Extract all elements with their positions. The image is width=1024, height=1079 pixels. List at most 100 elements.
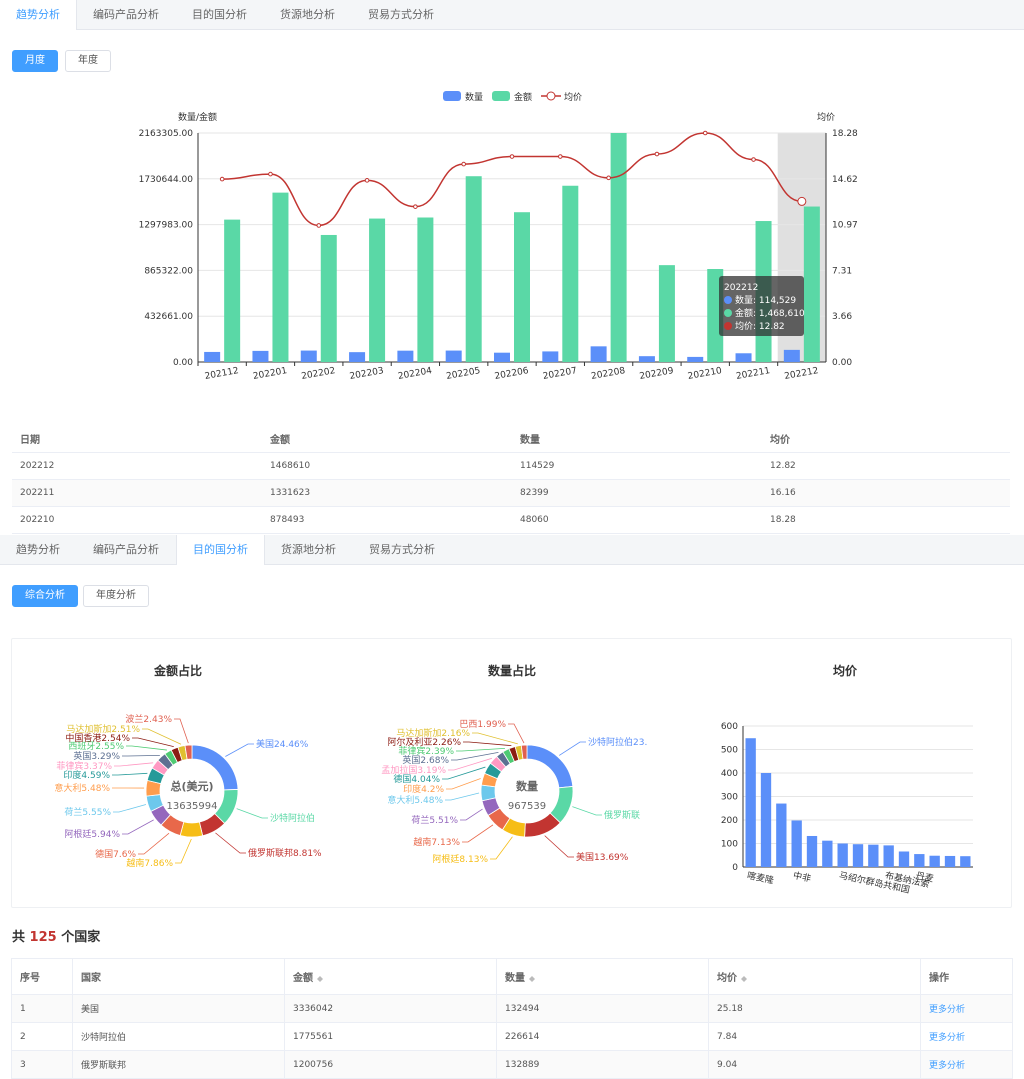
col-country: 国家 [73, 959, 285, 995]
cell-qty: 114529 [512, 452, 762, 479]
pie-leader-line [174, 719, 188, 743]
point-price [269, 172, 273, 176]
bar-amount [369, 219, 385, 362]
bar-avg-price [930, 856, 940, 867]
col-price: 均价 [762, 425, 1010, 452]
monthly-table: 日期 金额 数量 均价 202212 1468610 114529 12.82 … [12, 425, 1010, 534]
cell-qty: 48060 [512, 506, 762, 533]
col-amount[interactable]: 金额 [285, 959, 497, 995]
bar-amount [466, 176, 482, 362]
cell-country: 俄罗斯联邦 [73, 1051, 285, 1079]
legend-swatch-qty [443, 91, 461, 101]
pie-leader-line [545, 836, 574, 857]
year-button[interactable]: 年度 [65, 50, 111, 72]
x-tick-label: 202204 [397, 366, 433, 382]
cell-index: 3 [12, 1051, 73, 1079]
pie-label: 波兰2.43% [125, 713, 172, 725]
bar-qty [687, 357, 703, 362]
x-tick-label: 202112 [204, 366, 240, 382]
pie-slice [481, 785, 496, 801]
sort-icon[interactable] [740, 973, 748, 983]
pie-leader-line [572, 807, 602, 815]
pie-label: 德国7.6% [95, 848, 136, 860]
more-analysis-link[interactable]: 更多分析 [921, 1051, 1013, 1079]
point-price [703, 131, 707, 135]
tab-trade-mode[interactable]: 贸易方式分析 [352, 0, 451, 30]
cell-price: 7.84 [709, 1023, 921, 1051]
more-analysis-link[interactable]: 更多分析 [921, 1023, 1013, 1051]
sort-icon[interactable] [316, 973, 324, 983]
pie-center-label: 数量 [516, 779, 538, 793]
point-price [798, 197, 806, 205]
sort-icon[interactable] [528, 973, 536, 983]
table-row: 202212 1468610 114529 12.82 [12, 452, 1010, 479]
col-qty: 数量 [512, 425, 762, 452]
tab-source[interactable]: 货源地分析 [265, 535, 353, 565]
tab-destination[interactable]: 目的国分析 [176, 535, 265, 565]
pie-leader-line [225, 744, 254, 756]
point-price [655, 152, 659, 156]
bar-qty [542, 351, 558, 362]
pie-leader-line [138, 833, 169, 854]
tab-code-product[interactable]: 编码产品分析 [77, 0, 176, 30]
x-tick-label: 202202 [301, 366, 337, 382]
tab-code-product[interactable]: 编码产品分析 [77, 535, 176, 565]
tooltip-dot [724, 322, 732, 330]
point-price [510, 155, 514, 159]
point-price [414, 205, 418, 209]
tab-source[interactable]: 货源地分析 [264, 0, 352, 30]
table-row: 1 美国 3336042 132494 25.18 更多分析 [12, 995, 1013, 1023]
pie-label: 阿根廷5.94% [64, 828, 120, 840]
bar-avg-price [838, 844, 848, 868]
cell-price: 16.16 [762, 479, 1010, 506]
more-analysis-link[interactable]: 更多分析 [921, 995, 1013, 1023]
col-price[interactable]: 均价 [709, 959, 921, 995]
tab-trade-mode[interactable]: 贸易方式分析 [353, 535, 452, 565]
legend-swatch-amount [492, 91, 510, 101]
pie-leader-line [463, 742, 511, 746]
pie-center-label: 总(美元) [170, 779, 213, 793]
col-qty[interactable]: 数量 [497, 959, 709, 995]
col-amount: 金额 [262, 425, 512, 452]
country-count: 125 [30, 930, 57, 945]
pie-leader-line [122, 755, 160, 756]
y-tick-label: 865322.00 [144, 266, 193, 276]
trend-chart: 数量金额均价数量/金额均价0.000.00432661.003.66865322… [0, 85, 1024, 385]
overall-analysis-button[interactable]: 综合分析 [12, 585, 78, 607]
bar-avg-price [868, 845, 878, 867]
bar-amount [659, 265, 675, 362]
col-index: 序号 [12, 959, 73, 995]
month-button[interactable]: 月度 [12, 50, 58, 72]
bar-avg-price [792, 820, 802, 867]
pie-label: 沙特阿拉伯23. [588, 736, 647, 748]
pie-leader-line [132, 738, 174, 747]
bar-title: 均价 [833, 663, 858, 678]
pie-leader-line [112, 773, 147, 775]
y2-tick-label: 14.62 [832, 175, 858, 185]
y2-tick-label: 3.66 [832, 312, 852, 322]
destination-charts: 金额占比美国24.46%沙特阿拉伯俄罗斯联邦8.81%越南7.86%德国7.6%… [12, 639, 1013, 909]
point-price [220, 177, 224, 181]
bar-qty [494, 353, 510, 362]
bar-avg-price [945, 856, 955, 867]
legend-marker-price [547, 92, 555, 100]
table-row: 2 沙特阿拉伯 1775561 226614 7.84 更多分析 [12, 1023, 1013, 1051]
pie-leader-line [122, 820, 154, 834]
pie-label: 美国24.46% [256, 738, 309, 750]
y2-axis-title: 均价 [817, 111, 835, 123]
tab-trend[interactable]: 趋势分析 [0, 0, 77, 30]
tooltip-line: 均价: 12.82 [735, 320, 785, 332]
tooltip-dot [724, 296, 732, 304]
yearly-analysis-button[interactable]: 年度分析 [83, 585, 149, 607]
cell-price: 12.82 [762, 452, 1010, 479]
summary-prefix: 共 [12, 930, 25, 945]
cell-date: 202210 [12, 506, 262, 533]
destination-charts-panel: 金额占比美国24.46%沙特阿拉伯俄罗斯联邦8.81%越南7.86%德国7.6%… [11, 638, 1012, 908]
bar-avg-price [761, 773, 771, 867]
bar-avg-price [914, 854, 924, 867]
tab-trend[interactable]: 趋势分析 [0, 535, 77, 565]
cell-country: 美国 [73, 995, 285, 1023]
bar-amount [224, 220, 240, 362]
tooltip-title: 202212 [724, 283, 758, 293]
tab-destination[interactable]: 目的国分析 [176, 0, 264, 30]
